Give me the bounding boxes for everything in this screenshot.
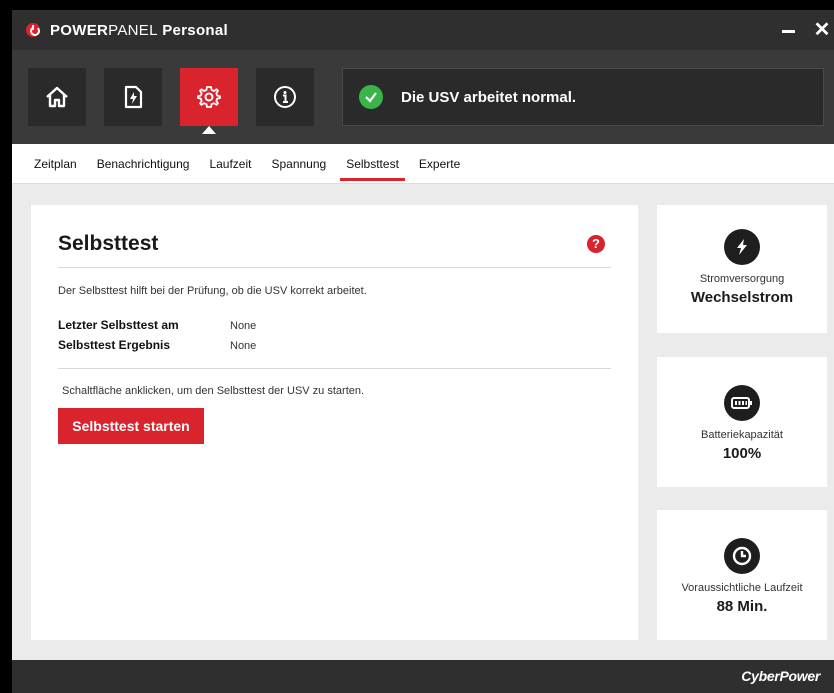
battery-label: Batteriekapazität	[701, 429, 783, 441]
divider	[58, 368, 611, 369]
runtime-label: Voraussichtliche Laufzeit	[681, 582, 803, 594]
divider	[58, 267, 611, 268]
tab-spannung[interactable]: Spannung	[261, 144, 336, 184]
lightning-icon	[724, 229, 760, 265]
info-icon	[274, 86, 296, 108]
home-button[interactable]	[28, 68, 86, 126]
brand-logo: CyberPower	[741, 668, 820, 684]
hint-text: Schaltfläche anklicken, um den Selbsttes…	[62, 385, 365, 397]
minimize-button[interactable]	[776, 18, 800, 42]
runtime-value: 88 Min.	[716, 598, 768, 615]
result-value: None	[230, 340, 257, 352]
power-file-icon	[124, 85, 143, 109]
last-test-value: None	[230, 320, 257, 332]
battery-icon	[724, 385, 760, 421]
page-title: Selbsttest	[58, 232, 159, 255]
gear-icon	[197, 86, 221, 108]
battery-value: 100%	[722, 445, 762, 462]
title-bar: POWERPANEL Personal ✕	[12, 10, 834, 50]
tab-benachrichtigung[interactable]: Benachrichtigung	[87, 144, 200, 184]
status-text: Die USV arbeitet normal.	[401, 88, 577, 106]
result-label: Selbsttest Ergebnis	[58, 338, 171, 352]
settings-tabs: Zeitplan Benachrichtigung Laufzeit Spann…	[12, 144, 834, 184]
battery-card: Batteriekapazität 100%	[657, 357, 827, 487]
power-source-value: Wechselstrom	[690, 289, 794, 306]
footer: CyberPower	[12, 660, 834, 693]
power-source-label: Stromversorgung	[699, 273, 785, 285]
home-icon	[46, 86, 68, 108]
power-logo-icon	[26, 23, 40, 37]
runtime-card: Voraussichtliche Laufzeit 88 Min.	[657, 510, 827, 640]
info-button[interactable]	[256, 68, 314, 126]
power-source-card: Stromversorgung Wechselstrom	[657, 205, 827, 333]
last-test-label: Letzter Selbsttest am	[58, 318, 179, 332]
close-button[interactable]: ✕	[810, 18, 834, 42]
last-test-row: Letzter Selbsttest am None	[58, 318, 256, 332]
result-row: Selbsttest Ergebnis None	[58, 338, 256, 352]
start-selftest-button[interactable]: Selbsttest starten	[58, 408, 204, 444]
status-panel: Die USV arbeitet normal.	[342, 68, 824, 126]
app-title: POWERPANEL Personal	[50, 21, 228, 39]
check-icon	[359, 85, 383, 109]
tab-experte[interactable]: Experte	[409, 144, 470, 184]
selftest-card: Selbsttest ? Der Selbsttest hilft bei de…	[31, 205, 638, 640]
tab-selbsttest[interactable]: Selbsttest	[336, 144, 409, 184]
toolbar: Die USV arbeitet normal.	[12, 50, 834, 144]
app-window: POWERPANEL Personal ✕ Die USV arbeitet n…	[12, 10, 834, 693]
tab-zeitplan[interactable]: Zeitplan	[12, 144, 87, 184]
settings-button[interactable]	[180, 68, 238, 134]
tab-laufzeit[interactable]: Laufzeit	[199, 144, 261, 184]
help-icon[interactable]: ?	[587, 235, 605, 253]
power-status-button[interactable]	[104, 68, 162, 126]
clock-icon	[724, 538, 760, 574]
description-text: Der Selbsttest hilft bei der Prüfung, ob…	[58, 285, 367, 297]
